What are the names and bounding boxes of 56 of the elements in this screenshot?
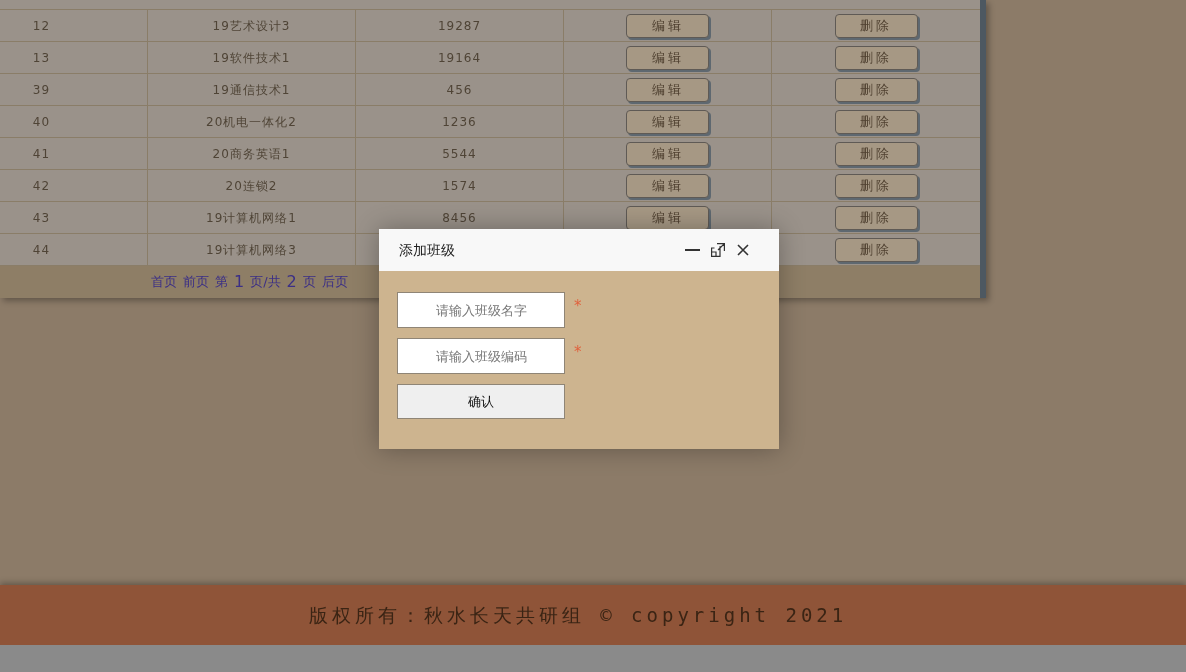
page-number: 1 [234,271,245,293]
id-cell-text: 41 [32,145,51,163]
id-cell-text: 42 [32,177,51,195]
id-cell-text: 39 [32,81,51,99]
page-link[interactable]: 后页 [321,272,348,292]
page-text: 页/共 [250,273,281,292]
class-code-cell-text: 456 [446,81,473,99]
table-button[interactable]: 删除 [834,173,918,198]
class-name-cell-text: 19软件技术1 [212,49,291,67]
class-code-cell-text: 5544 [442,145,477,163]
id-cell-text: 13 [32,49,51,67]
table-button[interactable]: 删除 [834,45,918,70]
table-button[interactable]: 编辑 [626,13,709,38]
text-input[interactable]: 请输入班级名字 [397,292,565,328]
page-text: 第 [215,273,228,292]
table-button[interactable]: 编辑 [626,173,709,198]
class-code-cell-text: 1574 [442,177,477,195]
class-code-cell-text: 8456 [442,209,477,227]
copyright-text: 版权所有：秋水长天共研组 © copyright 2021 [308,602,848,628]
table-button[interactable]: 删除 [834,13,918,38]
table-button[interactable]: 删除 [834,109,918,134]
class-code-cell-text: 19287 [437,17,482,35]
required-mark: * [574,296,582,317]
table-button[interactable]: 编辑 [626,77,709,102]
table-button[interactable]: 删除 [834,205,918,230]
table-button[interactable]: 编辑 [626,45,709,70]
page-number: 2 [286,271,297,293]
class-name-cell-text: 19艺术设计3 [212,17,291,35]
class-name-cell-text: 19计算机网络1 [206,209,297,227]
id-cell-text: 44 [32,241,51,259]
class-name-cell-text: 20机电一体化2 [206,113,297,131]
table-button[interactable]: 编辑 [626,141,709,166]
id-cell-text: 43 [32,209,51,227]
class-name-cell-text: 20商务英语1 [212,145,291,163]
page-text: 页 [302,273,316,292]
table-button[interactable]: 编辑 [626,109,709,134]
required-mark: * [574,342,582,363]
class-name-cell-text: 20连锁2 [225,177,278,195]
dialog-title: 添加班级 [399,240,456,260]
table-button[interactable]: 删除 [834,237,918,262]
class-name-cell-text: 19通信技术1 [212,81,291,99]
maximize-icon[interactable] [711,243,725,257]
text-input[interactable]: 请输入班级编码 [397,338,565,374]
page-link[interactable]: 前页 [183,272,209,292]
table-button[interactable]: 删除 [834,141,918,166]
table-button[interactable]: 删除 [834,77,918,102]
close-icon[interactable] [737,244,749,256]
class-name-cell-text: 19计算机网络3 [206,241,297,259]
table-button[interactable]: 编辑 [626,205,709,230]
page-link[interactable]: 首页 [151,272,177,292]
id-cell-text: 12 [32,17,51,35]
confirm-button[interactable]: 确认 [397,384,565,419]
class-code-cell-text: 19164 [437,49,482,67]
minimize-icon[interactable] [685,248,700,252]
id-cell-text: 40 [32,113,51,131]
class-code-cell-text: 1236 [442,113,477,131]
